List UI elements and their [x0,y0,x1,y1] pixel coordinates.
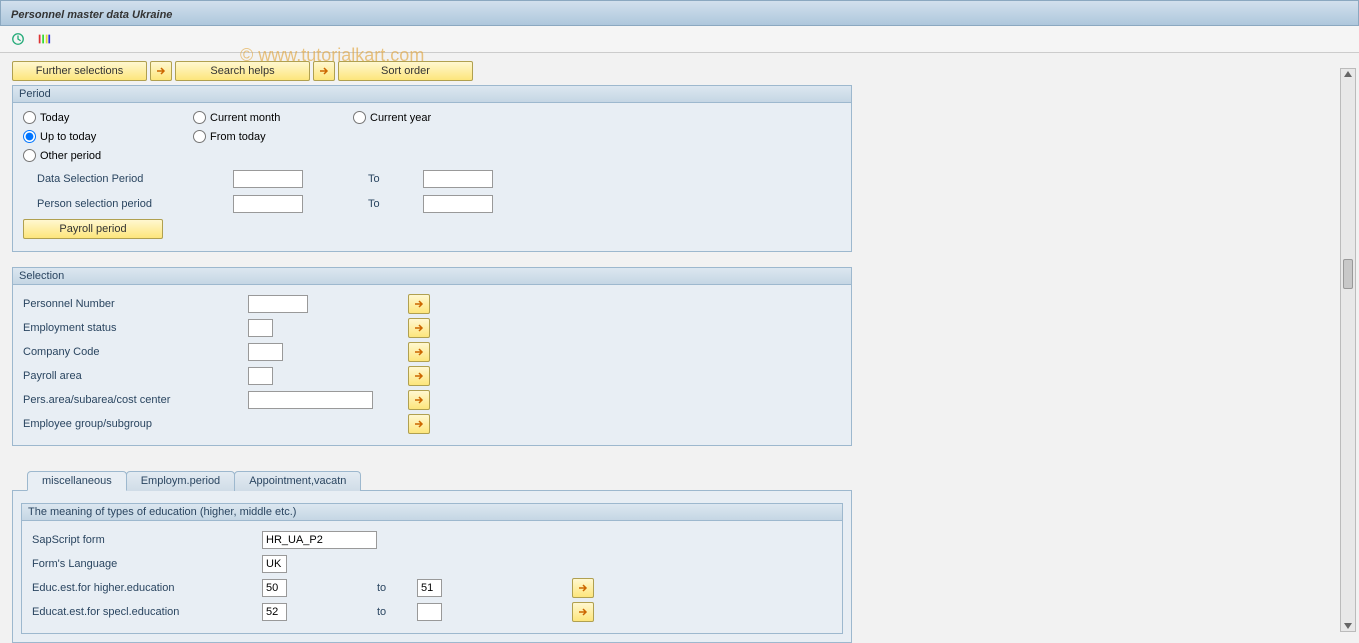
form-language-label: Form's Language [32,558,262,570]
scroll-up-icon[interactable] [1344,71,1352,77]
employment-status-input[interactable] [248,319,273,337]
higher-edu-label: Educ.est.for higher.education [32,582,262,594]
page-title: Personnel master data Ukraine [11,9,172,21]
special-edu-multi-button[interactable] [572,602,594,622]
current-year-label: Current year [370,112,431,124]
form-language-input[interactable] [262,555,287,573]
sort-order-button[interactable]: Sort order [338,61,473,81]
data-selection-to-input[interactable] [423,170,493,188]
personnel-number-label: Personnel Number [23,298,248,310]
other-period-label: Other period [40,150,101,162]
tab-miscellaneous[interactable]: miscellaneous [27,471,127,491]
current-year-radio[interactable] [353,111,366,124]
search-helps-button[interactable]: Search helps [175,61,310,81]
person-selection-to-input[interactable] [423,195,493,213]
higher-edu-to-label: to [377,582,417,594]
today-label: Today [40,112,69,124]
other-period-radio[interactable] [23,149,36,162]
sapscript-input[interactable] [262,531,377,549]
higher-edu-from-input[interactable] [262,579,287,597]
tab-employment-period[interactable]: Employm.period [126,471,235,491]
higher-edu-to-input[interactable] [417,579,442,597]
tab-strip: miscellaneous Employm.period Appointment… [27,471,852,491]
current-month-radio[interactable] [193,111,206,124]
higher-edu-multi-button[interactable] [572,578,594,598]
action-button-row: Further selections Search helps Sort ord… [12,61,852,81]
payroll-area-multi-button[interactable] [408,366,430,386]
pers-area-multi-button[interactable] [408,390,430,410]
current-month-label: Current month [210,112,280,124]
today-radio[interactable] [23,111,36,124]
vertical-scrollbar[interactable] [1340,68,1356,632]
from-today-label: From today [210,131,266,143]
company-code-input[interactable] [248,343,283,361]
pers-area-label: Pers.area/subarea/cost center [23,394,248,406]
selection-group-title: Selection [13,268,851,285]
toolbar [0,26,1359,53]
education-group-title: The meaning of types of education (highe… [22,504,842,521]
payroll-period-button[interactable]: Payroll period [23,219,163,239]
tab-appointment-vacation[interactable]: Appointment,vacatn [234,471,361,491]
special-edu-to-input[interactable] [417,603,442,621]
sort-order-arrow-button[interactable] [313,61,335,81]
person-selection-from-input[interactable] [233,195,303,213]
pers-area-input[interactable] [248,391,373,409]
data-selection-label: Data Selection Period [23,173,233,185]
scroll-thumb[interactable] [1343,259,1353,289]
employee-group-multi-button[interactable] [408,414,430,434]
variant-icon[interactable] [36,31,52,47]
period-group-title: Period [13,86,851,103]
data-selection-from-input[interactable] [233,170,303,188]
special-edu-to-label: to [377,606,417,618]
up-to-today-radio[interactable] [23,130,36,143]
payroll-area-input[interactable] [248,367,273,385]
window-title-bar: Personnel master data Ukraine [0,0,1359,26]
execute-icon[interactable] [10,31,26,47]
search-helps-arrow-button[interactable] [150,61,172,81]
period-group: Period Today Current month Current year [12,85,852,252]
company-code-multi-button[interactable] [408,342,430,362]
company-code-label: Company Code [23,346,248,358]
education-group: The meaning of types of education (highe… [21,503,843,634]
payroll-area-label: Payroll area [23,370,248,382]
special-edu-from-input[interactable] [262,603,287,621]
personnel-number-input[interactable] [248,295,308,313]
up-to-today-label: Up to today [40,131,96,143]
selection-group: Selection Personnel Number Employment st… [12,267,852,446]
scroll-down-icon[interactable] [1344,623,1352,629]
employment-status-multi-button[interactable] [408,318,430,338]
tab-content: The meaning of types of education (highe… [12,490,852,643]
person-selection-label: Person selection period [23,198,233,210]
personnel-number-multi-button[interactable] [408,294,430,314]
person-selection-to-label: To [368,198,423,210]
employment-status-label: Employment status [23,322,248,334]
data-selection-to-label: To [368,173,423,185]
employee-group-label: Employee group/subgroup [23,418,248,430]
from-today-radio[interactable] [193,130,206,143]
special-edu-label: Educat.est.for specl.education [32,606,262,618]
sapscript-label: SapScript form [32,534,262,546]
further-selections-button[interactable]: Further selections [12,61,147,81]
